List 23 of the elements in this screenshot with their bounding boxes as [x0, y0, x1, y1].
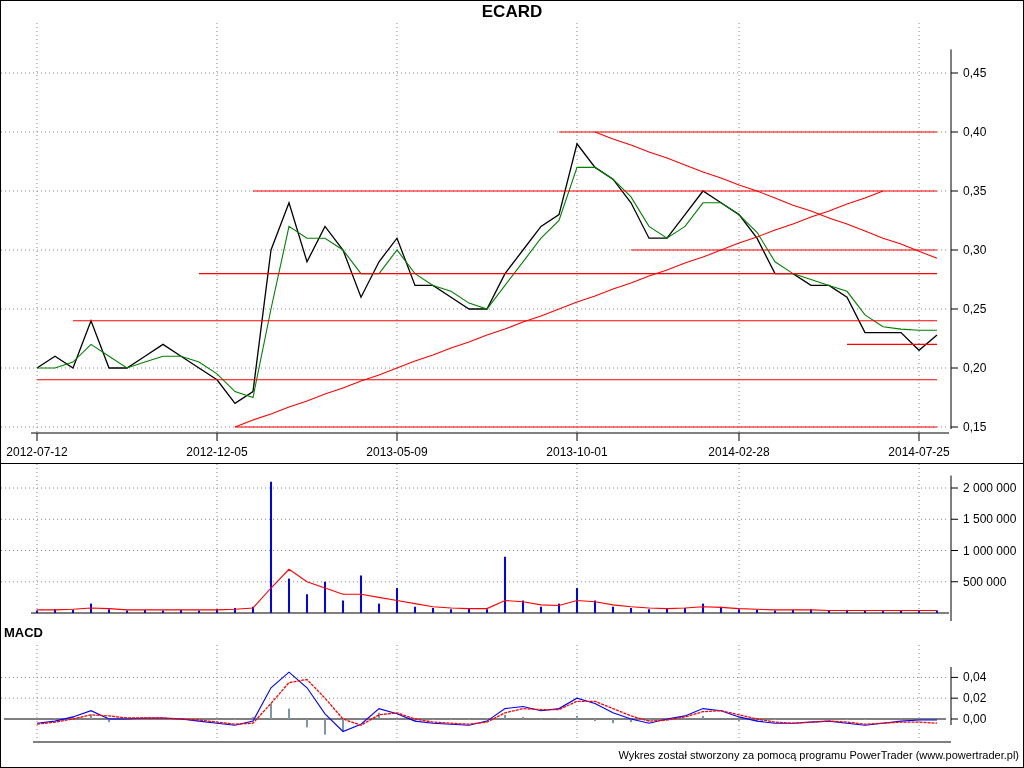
axis-label: 0,45 [963, 66, 987, 80]
axis-label: 0,35 [963, 184, 987, 198]
axis-label: 0,25 [963, 302, 987, 316]
axis-label: 0,15 [963, 420, 987, 434]
axis-label: 2014-07-25 [888, 445, 950, 459]
axis-label: 500 000 [963, 574, 1007, 589]
axis-label: 0,40 [963, 125, 987, 139]
axis-label: 1 000 000 [963, 543, 1017, 558]
axis-label: 0,02 [963, 691, 987, 706]
chart-title: ECARD [481, 1, 543, 24]
axis-label: 2 000 000 [963, 481, 1017, 495]
axis-label: 1 500 000 [963, 512, 1017, 527]
footer-credit: Wykres został stworzony za pomocą programu PowerTrader (www.powertrader.pl) [618, 747, 1019, 763]
axis-label: 0,04 [963, 670, 987, 685]
axis-label: 0,00 [963, 712, 987, 726]
axis-label: 0,20 [963, 361, 987, 375]
axis-label: 2014-02-28 [708, 445, 770, 459]
axis-label: 2013-05-09 [366, 445, 428, 459]
axis-label: 0,30 [963, 243, 987, 257]
axis-label: 2012-12-05 [186, 445, 248, 459]
axis-label: 2013-10-01 [546, 445, 608, 459]
chart-title: MACD [4, 625, 43, 640]
axis-label: 2012-07-12 [6, 445, 68, 459]
